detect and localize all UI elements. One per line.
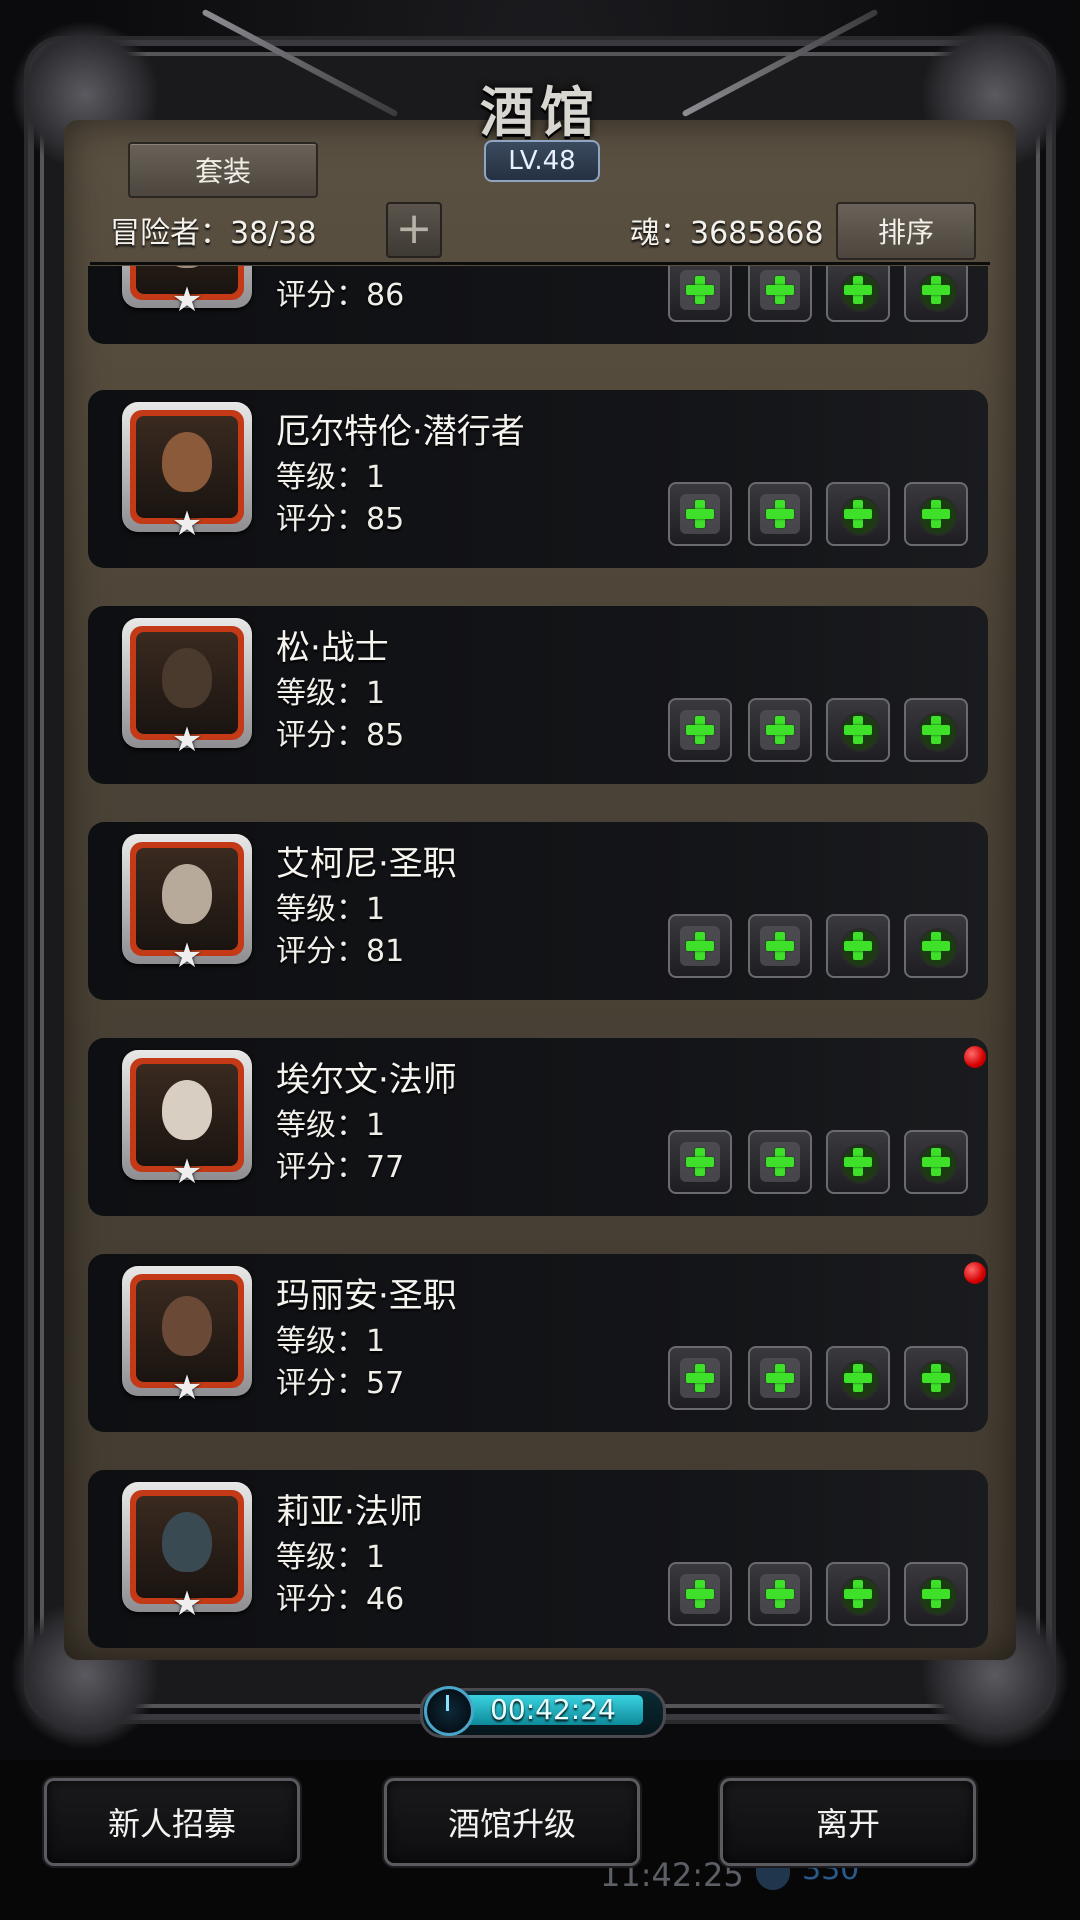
hero-score: 评分：57 [276,1366,405,1401]
star-icon: ★ [171,1152,203,1192]
hero-portrait: ★ [122,402,252,542]
weapon-slot-button[interactable] [668,698,732,762]
star-icon: ★ [171,280,203,320]
weapon-slot-button[interactable] [668,914,732,978]
accessory-slot-button[interactable] [904,914,968,978]
weapon-slot-button[interactable] [668,1130,732,1194]
hero-card[interactable]: ★ 艾柯尼·圣职 等级：1 评分：81 [88,822,988,1000]
weapon-slot-button[interactable] [668,1562,732,1626]
hero-name: 埃尔文·法师 [276,1060,457,1100]
clock-icon [424,1686,474,1736]
notification-dot [964,1262,986,1284]
soul-currency: 魂：3685868 [630,216,824,251]
armor-slot-button[interactable] [748,1346,812,1410]
armor-slot-button[interactable] [748,698,812,762]
armor-slot-button[interactable] [748,1130,812,1194]
hero-portrait: ★ [122,1050,252,1190]
accessory-slot-button[interactable] [826,914,890,978]
accessory-slot-button[interactable] [904,1346,968,1410]
hero-level: 等级：1 [276,460,386,495]
star-icon: ★ [171,1368,203,1408]
hero-list[interactable]: ★ 评分：86 ★ 厄尔特伦·潜行者 等级：1 评分：85 ★ 松·战士 等级：… [86,266,992,1660]
hero-score: 评分：81 [276,934,405,969]
add-slot-button[interactable]: + [386,202,442,258]
hero-card[interactable]: ★ 埃尔文·法师 等级：1 评分：77 [88,1038,988,1216]
hero-portrait: ★ [122,1266,252,1406]
adventurer-count: 冒险者：38/38 [110,216,317,251]
hero-portrait: ★ [122,618,252,758]
armor-slot-button[interactable] [748,482,812,546]
star-icon: ★ [171,936,203,976]
hero-score: 评分：85 [276,502,405,537]
hero-name: 厄尔特伦·潜行者 [276,412,525,452]
hero-score: 评分：86 [276,278,405,313]
hero-level: 等级：1 [276,1324,386,1359]
hero-portrait: ★ [122,1482,252,1622]
recruit-button[interactable]: 新人招募 [44,1778,300,1866]
divider [90,262,990,265]
hero-name: 莉亚·法师 [276,1492,423,1532]
level-badge: LV.48 [484,140,600,182]
leave-button[interactable]: 离开 [720,1778,976,1866]
hero-name: 玛丽安·圣职 [276,1276,457,1316]
hero-name: 艾柯尼·圣职 [276,844,457,884]
hero-card[interactable]: ★ 莉亚·法师 等级：1 评分：46 [88,1470,988,1648]
weapon-slot-button[interactable] [668,1346,732,1410]
accessory-slot-button[interactable] [826,482,890,546]
weapon-slot-button[interactable] [668,266,732,322]
sort-button[interactable]: 排序 [836,202,976,260]
star-icon: ★ [171,720,203,760]
accessory-slot-button[interactable] [904,698,968,762]
hero-level: 等级：1 [276,676,386,711]
armor-slot-button[interactable] [748,1562,812,1626]
set-button[interactable]: 套装 [128,142,318,198]
accessory-slot-button[interactable] [826,1562,890,1626]
armor-slot-button[interactable] [748,266,812,322]
hero-level: 等级：1 [276,1540,386,1575]
hero-portrait: ★ [122,834,252,974]
accessory-slot-button[interactable] [904,1562,968,1626]
accessory-slot-button[interactable] [904,1130,968,1194]
hero-score: 评分：77 [276,1150,405,1185]
armor-slot-button[interactable] [748,914,812,978]
accessory-slot-button[interactable] [826,698,890,762]
accessory-slot-button[interactable] [904,266,968,322]
hero-level: 等级：1 [276,892,386,927]
hero-card[interactable]: ★ 松·战士 等级：1 评分：85 [88,606,988,784]
accessory-slot-button[interactable] [826,1346,890,1410]
hero-card[interactable]: ★ 玛丽安·圣职 等级：1 评分：57 [88,1254,988,1432]
star-icon: ★ [171,504,203,544]
tavern-upgrade-button[interactable]: 酒馆升级 [384,1778,640,1866]
hero-score: 评分：85 [276,718,405,753]
accessory-slot-button[interactable] [826,1130,890,1194]
panel-title: 酒馆 [480,80,600,144]
timer-text: 00:42:24 [490,1693,616,1726]
hero-score: 评分：46 [276,1582,405,1617]
hero-name: 松·战士 [276,628,389,668]
notification-dot [964,1046,986,1068]
hero-portrait: ★ [122,266,252,318]
hero-level: 等级：1 [276,1108,386,1143]
hero-card[interactable]: ★ 评分：86 [88,266,988,344]
accessory-slot-button[interactable] [904,482,968,546]
star-icon: ★ [171,1584,203,1624]
hero-card[interactable]: ★ 厄尔特伦·潜行者 等级：1 评分：85 [88,390,988,568]
accessory-slot-button[interactable] [826,266,890,322]
weapon-slot-button[interactable] [668,482,732,546]
